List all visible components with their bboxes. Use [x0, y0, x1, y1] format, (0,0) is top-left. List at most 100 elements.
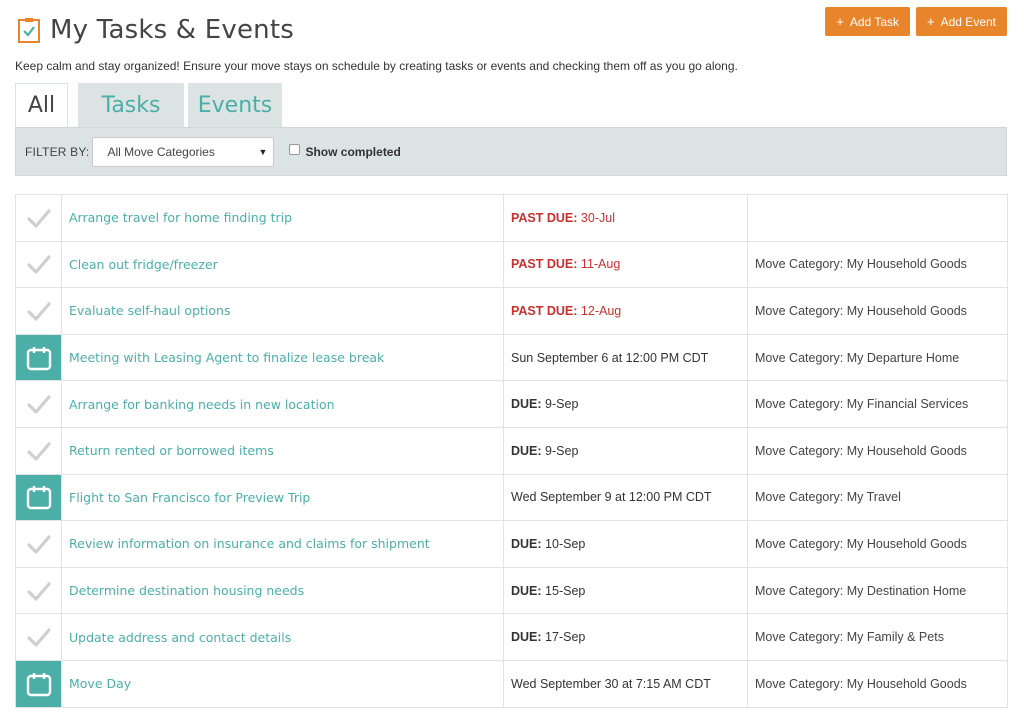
checkmark-icon[interactable]	[16, 614, 61, 660]
task-table: Arrange travel for home finding trip PAST…	[15, 194, 1008, 708]
complete-toggle-cell[interactable]	[15, 380, 62, 428]
checkmark-icon[interactable]	[16, 568, 61, 614]
row-date: DUE: 15-Sep	[503, 566, 748, 615]
event-icon-cell	[15, 473, 62, 522]
plus-icon: +	[836, 14, 844, 29]
row-category: Move Category: My Travel	[747, 473, 1008, 522]
due-date: 9-Sep	[545, 443, 579, 458]
row-category	[747, 194, 1008, 242]
complete-toggle-cell[interactable]	[15, 287, 62, 335]
event-row: Meeting with Leasing Agent to finalize l…	[15, 333, 1008, 382]
row-category: Move Category: My Departure Home	[747, 333, 1008, 382]
task-row: Determine destination housing needs DUE: …	[15, 566, 1008, 615]
page-title: My Tasks & Events	[50, 15, 294, 45]
event-datetime: Sun September 6 at 12:00 PM CDT	[511, 350, 709, 365]
due-label: DUE:	[511, 443, 542, 458]
event-icon-cell	[15, 333, 62, 382]
row-title-link[interactable]: Meeting with Leasing Agent to finalize l…	[61, 333, 504, 382]
tab-all[interactable]: All	[15, 83, 68, 127]
category-select-value: All Move Categories	[107, 144, 215, 159]
tab-tasks[interactable]: Tasks	[78, 83, 184, 127]
row-date: Sun September 6 at 12:00 PM CDT	[503, 333, 748, 382]
row-date: DUE: 9-Sep	[503, 380, 748, 428]
add-event-button[interactable]: + Add Event	[916, 7, 1007, 36]
row-date: DUE: 17-Sep	[503, 613, 748, 661]
task-row: Arrange travel for home finding trip PAST…	[15, 194, 1008, 242]
past-due-label: PAST DUE:	[511, 210, 578, 225]
row-title-link[interactable]: Return rented or borrowed items	[61, 426, 504, 475]
checkmark-icon[interactable]	[16, 195, 61, 241]
past-due-label: PAST DUE:	[511, 303, 578, 318]
row-title-link[interactable]: Evaluate self-haul options	[61, 287, 504, 335]
due-date: 17-Sep	[545, 630, 586, 645]
checkmark-icon[interactable]	[16, 242, 61, 288]
show-completed-toggle[interactable]: Show completed	[289, 144, 401, 159]
chevron-down-icon: ▼	[258, 146, 268, 157]
due-label: DUE:	[511, 630, 542, 645]
due-date: 11-Aug	[580, 257, 621, 272]
calendar-icon	[16, 661, 61, 707]
row-title-link[interactable]: Determine destination housing needs	[61, 566, 504, 615]
row-category: Move Category: My Household Goods	[747, 287, 1008, 335]
intro-text: Keep calm and stay organized! Ensure you…	[15, 59, 738, 73]
checkmark-icon[interactable]	[16, 288, 61, 334]
checkmark-icon[interactable]	[16, 381, 61, 427]
row-title-link[interactable]: Flight to San Francisco for Preview Trip	[61, 473, 504, 522]
due-date: 9-Sep	[545, 397, 579, 412]
add-event-label: Add Event	[940, 14, 996, 29]
plus-icon: +	[927, 14, 935, 29]
row-title-link[interactable]: Move Day	[61, 659, 504, 708]
row-category: Move Category: My Destination Home	[747, 566, 1008, 615]
row-category: Move Category: My Family & Pets	[747, 613, 1008, 661]
category-select[interactable]: All Move Categories ▼	[92, 136, 275, 167]
complete-toggle-cell[interactable]	[15, 426, 62, 475]
task-row: Update address and contact details DUE: 1…	[15, 613, 1008, 661]
row-date: DUE: 10-Sep	[503, 520, 748, 568]
complete-toggle-cell[interactable]	[15, 194, 62, 242]
task-row: Return rented or borrowed items DUE: 9-Se…	[15, 426, 1008, 475]
task-row: Review information on insurance and clai…	[15, 520, 1008, 568]
tab-events[interactable]: Events	[188, 83, 282, 127]
row-category: Move Category: My Household Goods	[747, 426, 1008, 475]
show-completed-checkbox[interactable]	[289, 144, 301, 155]
complete-toggle-cell[interactable]	[15, 613, 62, 661]
due-label: DUE:	[511, 397, 542, 412]
top-actions: + Add Task + Add Event	[825, 7, 1007, 36]
task-list-icon	[18, 17, 40, 43]
task-row: Arrange for banking needs in new locatio…	[15, 380, 1008, 428]
show-completed-label: Show completed	[305, 144, 401, 159]
calendar-icon	[16, 475, 61, 521]
complete-toggle-cell[interactable]	[15, 520, 62, 568]
row-title-link[interactable]: Arrange travel for home finding trip	[61, 194, 504, 242]
row-category: Move Category: My Household Goods	[747, 659, 1008, 708]
calendar-icon	[16, 335, 61, 381]
filter-bar: FILTER BY: All Move Categories ▼ Show co…	[15, 127, 1007, 176]
task-table-body: Arrange travel for home finding trip PAST…	[15, 194, 1008, 708]
row-date: DUE: 9-Sep	[503, 426, 748, 475]
task-row: Evaluate self-haul options PAST DUE: 12-A…	[15, 287, 1008, 335]
row-title-link[interactable]: Review information on insurance and clai…	[61, 520, 504, 568]
complete-toggle-cell[interactable]	[15, 240, 62, 289]
event-row: Move Day Wed September 30 at 7:15 AM CDT M…	[15, 659, 1008, 708]
row-date: PAST DUE: 30-Jul	[503, 194, 748, 242]
row-category: Move Category: My Household Goods	[747, 520, 1008, 568]
due-label: DUE:	[511, 583, 542, 598]
page-header: My Tasks & Events	[18, 10, 294, 50]
row-category: Move Category: My Financial Services	[747, 380, 1008, 428]
add-task-button[interactable]: + Add Task	[825, 7, 911, 36]
past-due-label: PAST DUE:	[511, 257, 578, 272]
due-date: 15-Sep	[545, 583, 586, 598]
task-row: Clean out fridge/freezer PAST DUE: 11-Aug…	[15, 240, 1008, 289]
checkmark-icon[interactable]	[16, 428, 61, 474]
row-title-link[interactable]: Update address and contact details	[61, 613, 504, 661]
due-date: 12-Aug	[580, 303, 622, 318]
row-title-link[interactable]: Clean out fridge/freezer	[61, 240, 504, 289]
event-row: Flight to San Francisco for Preview Trip…	[15, 473, 1008, 522]
due-date: 30-Jul	[580, 210, 615, 225]
checkmark-icon[interactable]	[16, 521, 61, 567]
row-title-link[interactable]: Arrange for banking needs in new locatio…	[61, 380, 504, 428]
complete-toggle-cell[interactable]	[15, 566, 62, 615]
event-datetime: Wed September 9 at 12:00 PM CDT	[511, 490, 712, 505]
due-date: 10-Sep	[545, 536, 586, 551]
due-label: DUE:	[511, 536, 542, 551]
